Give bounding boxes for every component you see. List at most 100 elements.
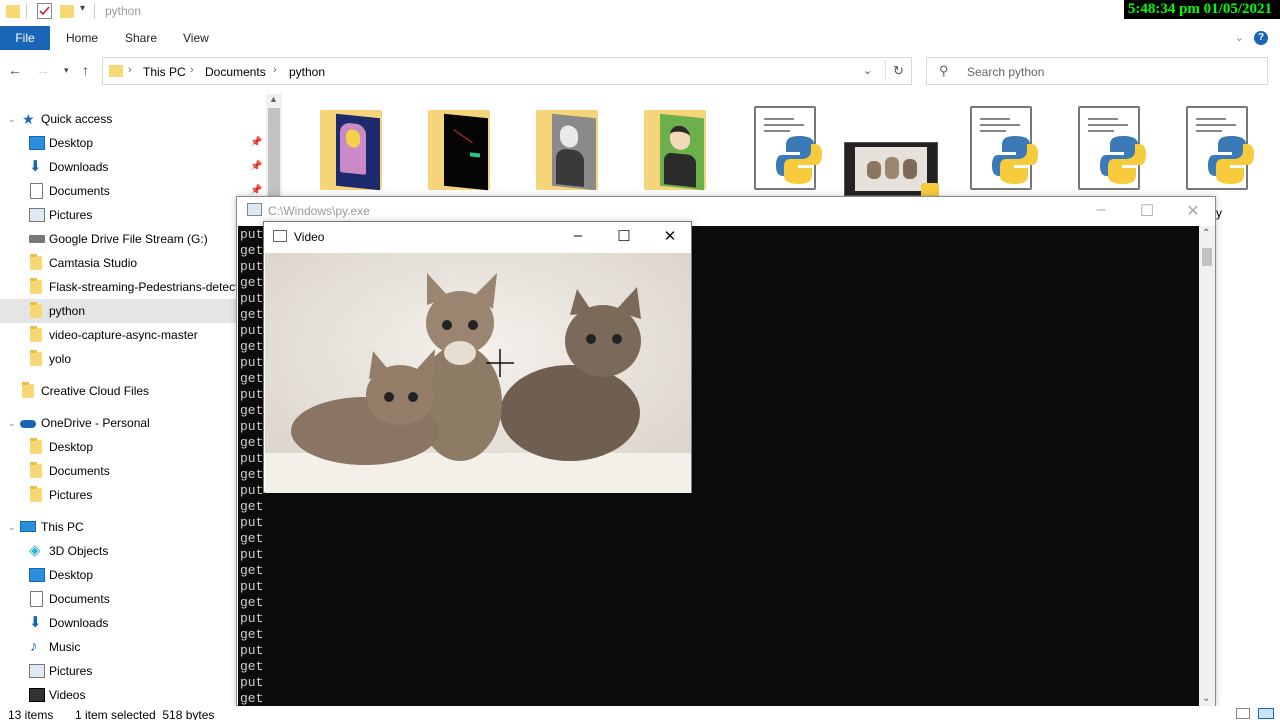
python-file-item[interactable]: cale.py: [1148, 104, 1254, 220]
console-line: put: [240, 515, 264, 530]
sidebar-item-label: Videos: [49, 688, 86, 702]
sidebar-scrollbar[interactable]: ▲: [266, 94, 282, 204]
console-scrollbar[interactable]: ⌃ ⌄: [1199, 226, 1215, 706]
folder-icon: [30, 350, 42, 366]
sidebar-item-onedrive-desktop[interactable]: Desktop: [0, 435, 262, 459]
folder-icon: [644, 110, 706, 191]
sidebar-item-flask-streaming[interactable]: Flask-streaming-Pedestrians-detecti: [0, 275, 262, 299]
folder-item[interactable]: [506, 104, 606, 196]
minimize-icon[interactable]: –: [558, 227, 598, 244]
tab-home[interactable]: Home: [66, 26, 98, 50]
address-bar[interactable]: › This PC › Documents › python ⌄ ↻: [102, 57, 912, 85]
search-icon: ⚲: [939, 63, 949, 78]
sidebar-item-yolo[interactable]: yolo: [0, 347, 262, 371]
sidebar-item-google-drive[interactable]: Google Drive File Stream (G:): [0, 227, 262, 251]
address-dropdown-chevron-icon[interactable]: ⌄: [863, 64, 872, 77]
sidebar-item-label: Flask-streaming-Pedestrians-detecti: [49, 280, 242, 294]
video-window[interactable]: Video – ☐ ✕: [263, 221, 692, 493]
customize-qa-chevron-icon[interactable]: ▾: [80, 3, 85, 19]
help-icon[interactable]: ?: [1254, 31, 1268, 45]
search-input[interactable]: ⚲ Search python: [926, 57, 1268, 85]
console-line: put: [240, 355, 264, 370]
forward-arrow-icon[interactable]: →: [36, 62, 50, 78]
sidebar-item-label: Camtasia Studio: [49, 256, 138, 270]
sidebar-item-onedrive[interactable]: ⌄ OneDrive - Personal: [0, 411, 262, 435]
console-line: put: [240, 547, 264, 562]
sidebar-item-onedrive-documents[interactable]: Documents: [0, 459, 262, 483]
video-file-item[interactable]: [842, 104, 942, 199]
folder-item[interactable]: [398, 104, 498, 196]
up-arrow-icon[interactable]: ↑: [82, 62, 89, 78]
breadcrumb-documents[interactable]: Documents: [205, 65, 266, 79]
tab-file[interactable]: File: [0, 26, 50, 50]
sidebar-item-onedrive-pictures[interactable]: Pictures: [0, 483, 262, 507]
python-file-icon: [970, 106, 1038, 190]
new-folder-icon[interactable]: [60, 5, 74, 18]
collapse-chevron-icon[interactable]: ⌄: [8, 515, 16, 539]
python-file-item[interactable]: [1040, 104, 1146, 196]
sidebar-item-downloads[interactable]: ⬇ Downloads 📌: [0, 155, 262, 179]
cube-icon: ◈: [29, 542, 41, 559]
refresh-icon[interactable]: ↻: [893, 63, 904, 79]
video-title-bar[interactable]: Video – ☐ ✕: [264, 222, 691, 252]
close-icon[interactable]: ✕: [650, 227, 690, 245]
sidebar-item-desktop[interactable]: Desktop 📌: [0, 131, 262, 155]
minimize-icon[interactable]: –: [1081, 201, 1121, 219]
back-arrow-icon[interactable]: ←: [8, 62, 22, 78]
maximize-icon[interactable]: ☐: [1127, 201, 1167, 221]
collapse-chevron-icon[interactable]: ⌄: [8, 107, 16, 131]
explorer-title-bar: ▾ python 5:48:34 pm 01/05/2021: [0, 0, 1280, 24]
large-icons-view-icon[interactable]: [1258, 708, 1274, 719]
details-view-icon[interactable]: [1236, 708, 1250, 719]
python-file-item[interactable]: [932, 104, 1038, 196]
sidebar-item-quick-access[interactable]: ⌄ ★ Quick access: [0, 107, 262, 131]
window-title: python: [105, 4, 142, 18]
sidebar-item-pc-documents[interactable]: Documents: [0, 587, 262, 611]
python-file-item[interactable]: [716, 104, 822, 196]
pin-icon[interactable]: 📌: [250, 155, 262, 179]
sidebar-item-python[interactable]: python: [0, 299, 262, 323]
sidebar-item-pc-desktop[interactable]: Desktop: [0, 563, 262, 587]
tab-share[interactable]: Share: [125, 26, 157, 50]
folder-icon: [428, 110, 490, 191]
sidebar-item-pc-pictures[interactable]: Pictures: [0, 659, 262, 683]
breadcrumb-this-pc[interactable]: This PC: [143, 65, 186, 79]
sidebar-item-pictures[interactable]: Pictures: [0, 203, 262, 227]
console-line: put: [240, 419, 264, 434]
console-line: put: [240, 451, 264, 466]
sidebar-item-camtasia[interactable]: Camtasia Studio: [0, 251, 262, 275]
console-line: get: [240, 595, 264, 610]
cloud-icon: [20, 420, 36, 428]
status-bar: 13 items 1 item selected 518 bytes: [0, 706, 1280, 720]
sidebar-item-videos[interactable]: Videos: [0, 683, 262, 707]
scroll-up-arrow-icon[interactable]: ▲: [269, 94, 278, 104]
sidebar-item-creative-cloud[interactable]: Creative Cloud Files: [0, 379, 262, 403]
sidebar-item-documents[interactable]: Documents 📌: [0, 179, 262, 203]
close-icon[interactable]: ✕: [1173, 201, 1213, 221]
scrollbar-thumb[interactable]: [1202, 248, 1212, 266]
expand-ribbon-chevron-icon[interactable]: ⌄: [1235, 31, 1244, 44]
sidebar-item-video-capture[interactable]: video-capture-async-master: [0, 323, 262, 347]
collapse-chevron-icon[interactable]: ⌄: [8, 411, 16, 435]
sidebar-item-3d-objects[interactable]: ◈ 3D Objects: [0, 539, 262, 563]
scroll-up-chevron-icon[interactable]: ⌃: [1202, 228, 1210, 239]
sidebar-item-this-pc[interactable]: ⌄ This PC: [0, 515, 262, 539]
properties-icon[interactable]: [37, 3, 52, 19]
search-placeholder: Search python: [967, 65, 1045, 79]
console-line: put: [240, 291, 264, 306]
sidebar-item-pc-downloads[interactable]: ⬇ Downloads: [0, 611, 262, 635]
console-line: get: [240, 627, 264, 642]
recent-locations-chevron-icon[interactable]: ▾: [64, 65, 69, 76]
sidebar-item-music[interactable]: ♪ Music: [0, 635, 262, 659]
folder-item[interactable]: [290, 104, 390, 196]
folder-icon: [109, 65, 123, 77]
breadcrumb-python[interactable]: python: [289, 65, 325, 79]
scrollbar-thumb[interactable]: [268, 108, 280, 198]
maximize-icon[interactable]: ☐: [604, 227, 644, 245]
scroll-down-chevron-icon[interactable]: ⌄: [1202, 693, 1210, 704]
tab-view[interactable]: View: [183, 26, 209, 50]
folder-item[interactable]: [614, 104, 714, 196]
console-line: get: [240, 659, 264, 674]
pin-icon[interactable]: 📌: [250, 131, 262, 155]
sidebar-item-label: Downloads: [49, 160, 109, 174]
